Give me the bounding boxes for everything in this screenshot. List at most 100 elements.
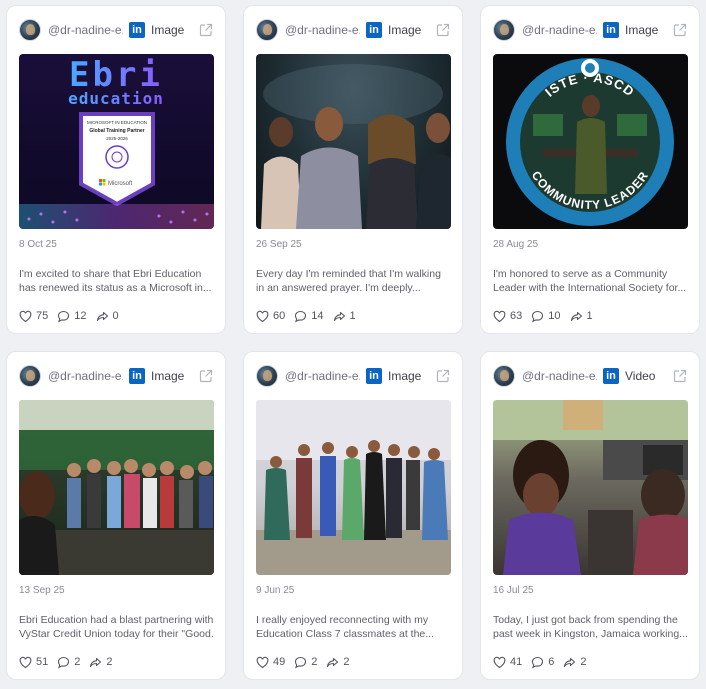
shares-stat: 2 [89, 656, 113, 669]
author-handle[interactable]: @dr-nadine-e... [48, 23, 123, 37]
comments-stat: 12 [57, 310, 87, 323]
author-handle[interactable]: @dr-nadine-e... [285, 23, 360, 37]
post-media-image[interactable] [256, 54, 451, 229]
author-handle[interactable]: @dr-nadine-e... [285, 369, 360, 383]
post-header: @dr-nadine-e... in Image [256, 364, 450, 388]
external-link-icon[interactable] [436, 23, 450, 37]
post-card[interactable]: @dr-nadine-e... in Video 16 Jul 25 Today… [480, 351, 700, 680]
post-media-image[interactable]: ISTE · ASCD COMMUNITY LEADER [493, 54, 688, 229]
post-stats: 51 2 2 [19, 655, 213, 669]
post-excerpt-line: VyStar Credit Union today for their "Goo… [19, 628, 213, 640]
avatar[interactable] [493, 365, 515, 387]
post-card[interactable]: @dr-nadine-e... in Image [243, 5, 463, 334]
post-excerpt-line: I'm honored to serve as a Community [493, 268, 668, 280]
comments-stat: 10 [531, 310, 561, 323]
external-link-icon[interactable] [199, 23, 213, 37]
post-excerpt-line: I'm excited to share that Ebri Education [19, 268, 202, 280]
post-stats: 49 2 2 [256, 655, 450, 669]
comments-count: 10 [548, 310, 561, 322]
likes-stat: 63 [493, 310, 522, 323]
comments-count: 2 [74, 656, 81, 668]
avatar[interactable] [19, 365, 41, 387]
post-type-label: Image [151, 23, 185, 37]
post-excerpt: I'm honored to serve as a Community Lead… [493, 267, 687, 295]
post-excerpt-line: has renewed its status as a Microsoft in… [19, 282, 212, 294]
likes-stat: 51 [19, 656, 48, 669]
heart-icon [256, 656, 269, 668]
avatar[interactable] [256, 365, 278, 387]
post-card[interactable]: @dr-nadine-e... in Image Ebri education … [6, 5, 226, 334]
comments-stat: 2 [57, 656, 80, 669]
author-handle[interactable]: @dr-nadine-e... [48, 369, 123, 383]
shares-stat: 2 [563, 656, 587, 669]
post-card[interactable]: @dr-nadine-e... in Image 13 Sep 25 [6, 351, 226, 680]
shares-stat: 1 [333, 310, 356, 323]
comments-count: 14 [311, 310, 324, 322]
share-icon [327, 657, 339, 667]
post-excerpt-line: Leader with the International Society fo… [493, 282, 687, 294]
shares-count: 2 [580, 656, 587, 668]
likes-count: 41 [510, 656, 523, 668]
likes-stat: 49 [256, 656, 285, 669]
ebri-logo-subtext: education [68, 89, 164, 108]
post-media-image[interactable]: Ebri education MICROSOFT IN EDUCATION Gl… [19, 54, 214, 229]
shares-stat: 1 [570, 310, 593, 323]
likes-count: 75 [36, 310, 49, 322]
shares-count: 1 [586, 310, 593, 322]
post-grid: @dr-nadine-e... in Image Ebri education … [6, 5, 700, 680]
post-excerpt: I'm excited to share that Ebri Education… [19, 267, 213, 295]
author-handle[interactable]: @dr-nadine-e... [522, 23, 597, 37]
post-media-video[interactable] [493, 400, 688, 575]
post-excerpt-line: Ebri Education had a blast partnering wi… [19, 614, 213, 626]
post-date: 8 Oct 25 [19, 239, 57, 250]
comments-count: 2 [311, 656, 318, 668]
likes-count: 60 [273, 310, 286, 322]
external-link-icon[interactable] [673, 369, 687, 383]
external-link-icon[interactable] [436, 369, 450, 383]
post-excerpt-line: past week in Kingston, Jamaica working..… [493, 628, 687, 640]
likes-stat: 60 [256, 310, 285, 323]
post-type-label: Image [151, 369, 185, 383]
comment-icon [58, 656, 70, 668]
badge-years-text: 2025-2026 [106, 136, 128, 141]
comment-icon [532, 656, 544, 668]
post-type-label: Video [625, 369, 656, 383]
linkedin-icon: in [603, 22, 619, 38]
shares-count: 1 [349, 310, 356, 322]
badge-brand-text: Microsoft [108, 181, 133, 187]
external-link-icon[interactable] [199, 369, 213, 383]
shares-stat: 0 [96, 310, 119, 323]
likes-stat: 41 [493, 656, 522, 669]
share-icon [90, 657, 102, 667]
post-excerpt: Ebri Education had a blast partnering wi… [19, 613, 213, 641]
post-stats: 63 10 1 [493, 309, 687, 323]
share-icon [333, 311, 345, 321]
external-link-icon[interactable] [673, 23, 687, 37]
post-type-label: Image [388, 369, 422, 383]
post-media-image[interactable] [256, 400, 451, 575]
post-header: @dr-nadine-e... in Image [19, 18, 213, 42]
avatar[interactable] [493, 19, 515, 41]
comments-count: 6 [548, 656, 555, 668]
share-icon [96, 311, 108, 321]
party-photo [19, 400, 214, 575]
post-header: @dr-nadine-e... in Image [256, 18, 450, 42]
author-handle[interactable]: @dr-nadine-e... [522, 369, 597, 383]
badge-top-text: MICROSOFT IN EDUCATION [87, 120, 147, 125]
likes-stat: 75 [19, 310, 48, 323]
post-excerpt-line: Today, I just got back from spending the [493, 614, 678, 626]
group-photo [256, 400, 451, 575]
avatar[interactable] [19, 19, 41, 41]
post-card[interactable]: @dr-nadine-e... in Image 9 Ju [243, 351, 463, 680]
post-excerpt-line: in an answered prayer. I'm deeply... [256, 282, 421, 294]
linkedin-icon: in [129, 22, 145, 38]
linkedin-icon: in [129, 368, 145, 384]
avatar[interactable] [256, 19, 278, 41]
post-card[interactable]: @dr-nadine-e... in Image ISTE · ASC [480, 5, 700, 334]
post-excerpt: Today, I just got back from spending the… [493, 613, 687, 641]
post-date: 26 Sep 25 [256, 239, 302, 250]
comments-count: 12 [74, 310, 87, 322]
ebri-graphic: Ebri education MICROSOFT IN EDUCATION Gl… [19, 55, 214, 229]
comments-stat: 14 [294, 310, 324, 323]
post-media-image[interactable] [19, 400, 214, 575]
